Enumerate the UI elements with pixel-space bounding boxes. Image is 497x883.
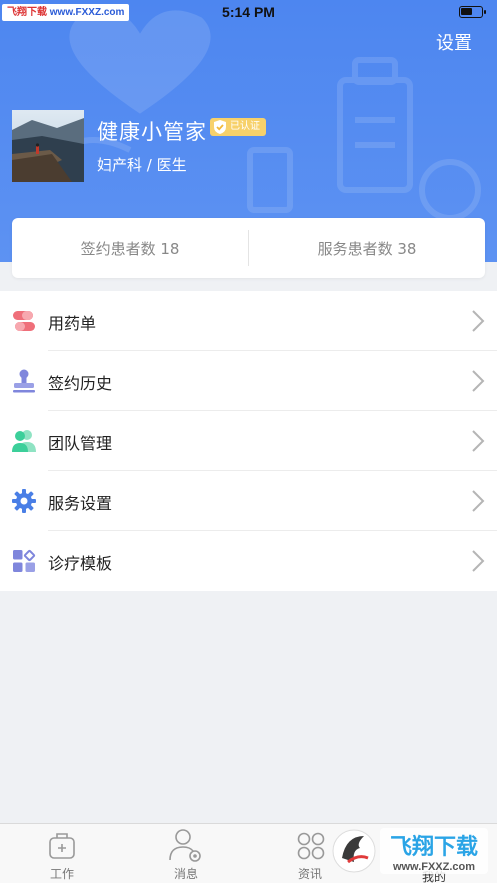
served-patients-stat[interactable]: 服务患者数 38 — [249, 238, 485, 259]
chevron-right-icon — [472, 550, 485, 572]
profile-name: 健康小管家 — [97, 120, 207, 144]
logo-title: 飞翔下载 — [390, 834, 478, 860]
battery-icon — [459, 6, 486, 18]
tab-label: 工作 — [49, 867, 74, 881]
menu-item-medication-list[interactable]: 用药单 — [0, 291, 497, 351]
menu-item-label: 签约历史 — [48, 374, 113, 393]
menu-item-label: 诊疗模板 — [48, 554, 113, 573]
user-gear-icon — [169, 829, 201, 862]
team-icon — [12, 430, 36, 452]
site-logo-watermark: 飞翔下载 www.FXXZ.com — [330, 822, 490, 880]
status-time: 5:14 PM — [222, 4, 275, 20]
chevron-right-icon — [472, 490, 485, 512]
stats-card: 签约患者数 18 服务患者数 38 — [12, 218, 485, 278]
menu-item-label: 服务设置 — [48, 494, 113, 513]
tab-messages[interactable]: 消息 — [124, 824, 248, 883]
verified-label: 已认证 — [230, 121, 260, 132]
logo-url: www.FXXZ.com — [392, 861, 475, 873]
signed-patients-stat[interactable]: 签约患者数 18 — [12, 238, 248, 259]
menu-item-team-management[interactable]: 团队管理 — [0, 411, 497, 471]
template-icon — [13, 549, 36, 572]
verified-badge: 已认证 — [210, 118, 266, 136]
profile-department: 妇产科 / 医生 — [97, 156, 187, 174]
menu-item-service-settings[interactable]: 服务设置 — [0, 471, 497, 531]
fxxz-logo: 飞翔下载 www.FXXZ.com — [332, 828, 488, 874]
chevron-right-icon — [472, 370, 485, 392]
stamp-icon — [13, 369, 35, 393]
gear-icon — [12, 489, 36, 513]
avatar[interactable] — [12, 110, 84, 182]
settings-button[interactable]: 设置 — [436, 29, 472, 55]
profile-menu: 用药单 签约历史 团队管理 服务设置 诊疗模板 — [0, 291, 497, 591]
menu-item-label: 团队管理 — [48, 434, 113, 453]
pill-icon — [13, 311, 35, 331]
tab-work[interactable]: 工作 — [0, 824, 124, 883]
grid-circles-icon — [297, 832, 325, 860]
chevron-right-icon — [472, 310, 485, 332]
avatar-photo — [12, 110, 84, 182]
status-bar: 飞翔下载 www.FXXZ.com 5:14 PM — [0, 0, 497, 26]
menu-item-signing-history[interactable]: 签约历史 — [0, 351, 497, 411]
menu-item-treatment-template[interactable]: 诊疗模板 — [0, 531, 497, 591]
shield-check-icon — [214, 120, 226, 134]
menu-item-label: 用药单 — [48, 314, 97, 333]
tab-label: 消息 — [173, 867, 198, 881]
briefcase-icon — [49, 833, 75, 859]
chevron-right-icon — [472, 430, 485, 452]
